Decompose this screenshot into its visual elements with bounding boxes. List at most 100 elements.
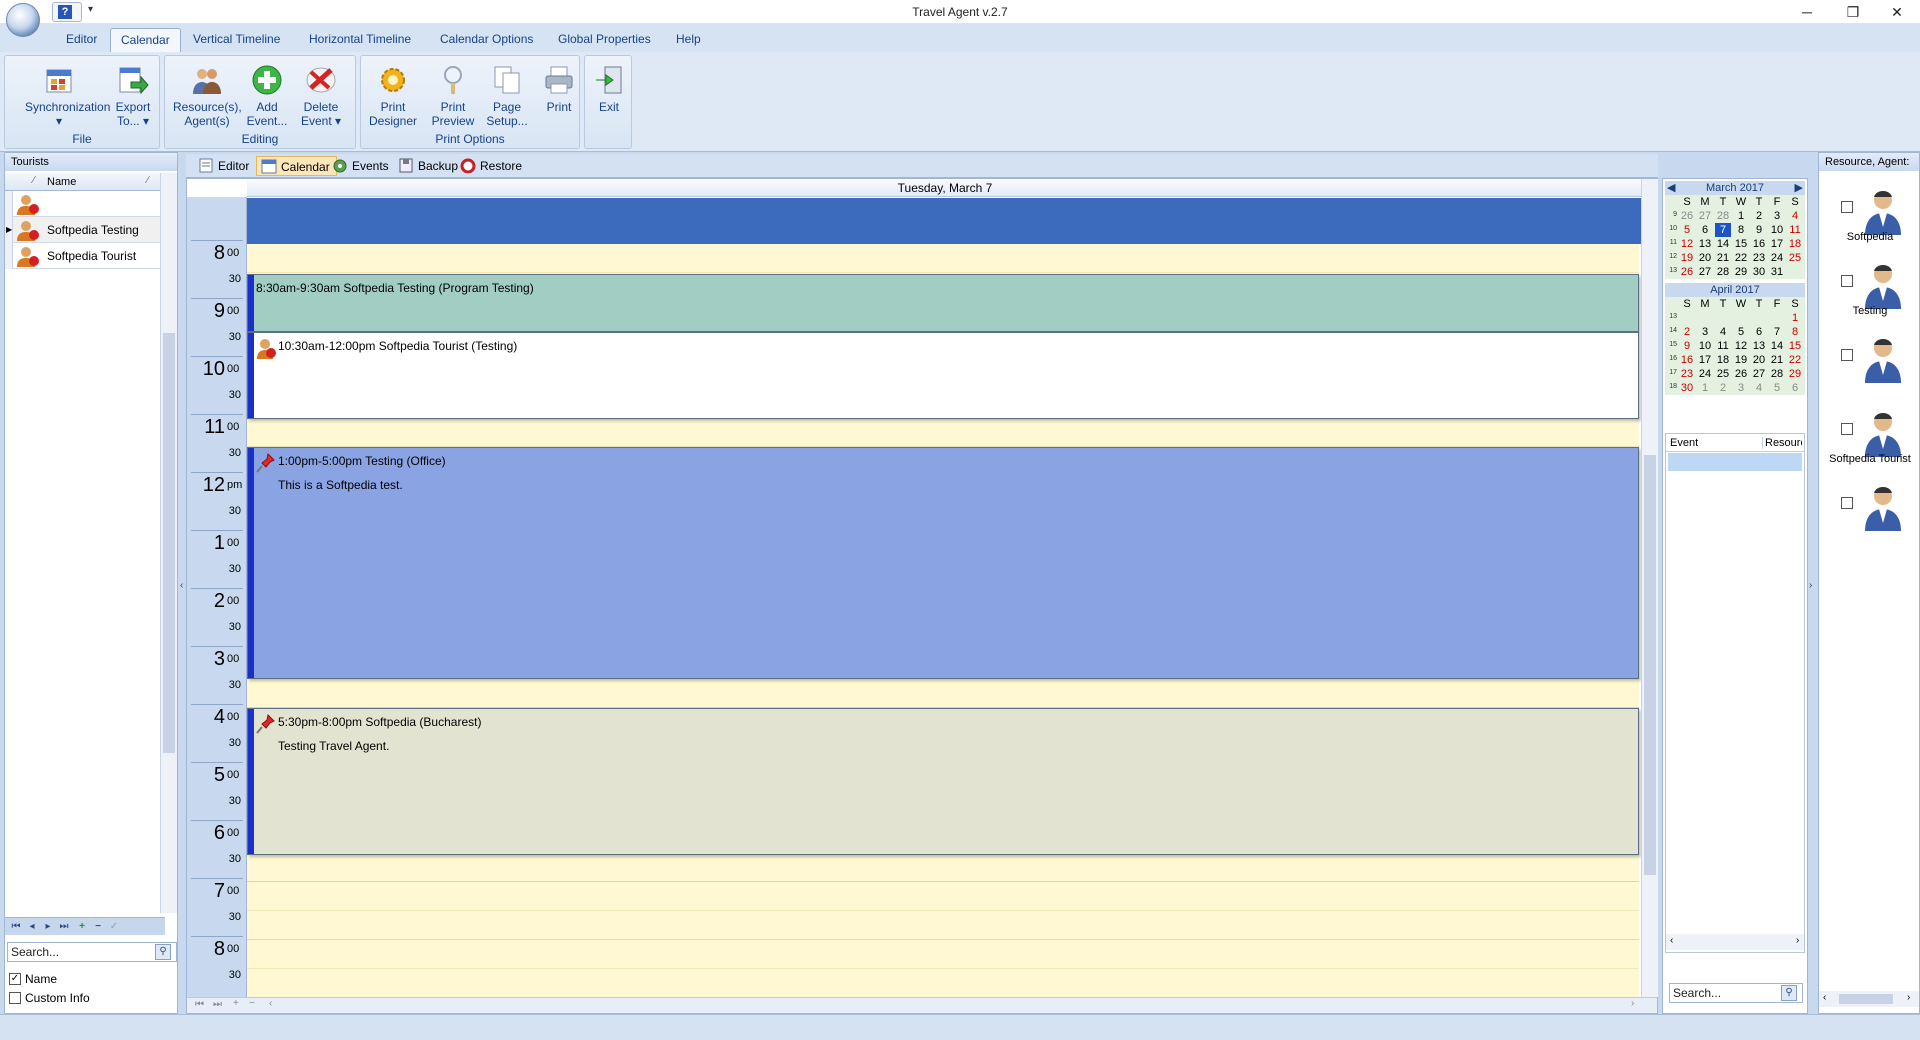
prev-record-button[interactable]: ◂	[25, 920, 39, 934]
event-testing-office[interactable]: 1:00pm-5:00pm Testing (Office) This is a…	[247, 447, 1639, 679]
next-record-button[interactable]: ▸	[41, 920, 55, 934]
calendar-day[interactable]: 19	[1679, 251, 1695, 265]
minimize-button[interactable]: ─	[1784, 0, 1830, 24]
calendar-day[interactable]	[1769, 311, 1785, 325]
calendar-day[interactable]	[1697, 311, 1713, 325]
calendar-day[interactable]: 4	[1787, 209, 1803, 223]
scroll-right-icon[interactable]: ›	[1907, 992, 1910, 1003]
calendar-day[interactable]: 21	[1715, 251, 1731, 265]
table-row[interactable]: Softpedia Tourist	[5, 243, 163, 269]
calendar-day[interactable]: 5	[1733, 325, 1749, 339]
sort-icon[interactable]: ⁄	[33, 175, 35, 186]
splitter-left-icon[interactable]: ‹	[180, 580, 183, 591]
calendar-day[interactable]: 15	[1733, 237, 1749, 251]
calendar-day[interactable]: 10	[1697, 339, 1713, 353]
calendar-day[interactable]: 18	[1715, 353, 1731, 367]
resource-item[interactable]: Testing	[1819, 245, 1920, 325]
row-selector[interactable]	[5, 191, 13, 217]
add-record-button[interactable]: +	[75, 920, 89, 934]
prev-month-icon[interactable]: ◀	[1667, 181, 1675, 195]
scrollbar-thumb[interactable]	[1644, 455, 1656, 875]
calendar-day[interactable]: 6	[1787, 381, 1803, 395]
app-menu-orb[interactable]	[6, 3, 40, 37]
page-setup-button[interactable]: Page Setup...	[479, 60, 535, 130]
nav-add-icon[interactable]: +	[233, 998, 239, 1009]
calendar-day[interactable]: 16	[1751, 237, 1767, 251]
close-button[interactable]: ✕	[1874, 0, 1920, 24]
tab-editor[interactable]: Editor	[56, 28, 107, 52]
tourists-search-input[interactable]: Search...	[7, 942, 177, 962]
resource-checkbox[interactable]	[1841, 275, 1853, 287]
nav-left-icon[interactable]: ‹	[269, 998, 272, 1009]
calendar-day[interactable]	[1787, 265, 1803, 279]
calendar-day[interactable]: 7	[1769, 325, 1785, 339]
name-checkbox[interactable]: ✓	[9, 973, 21, 985]
view-tab-backup[interactable]: Backup	[394, 156, 464, 176]
exit-button[interactable]: Exit	[581, 60, 637, 130]
calendar-day[interactable]: 6	[1697, 223, 1713, 237]
calendar-day[interactable]: 26	[1679, 209, 1695, 223]
resources-hscroll[interactable]: ‹ ›	[1819, 991, 1919, 1007]
calendar-day[interactable]: 28	[1715, 265, 1731, 279]
binoculars-icon[interactable]: ⚲	[1781, 985, 1797, 1001]
nav-last-icon[interactable]: ⏭	[213, 999, 222, 1010]
scrollbar-thumb[interactable]	[163, 333, 175, 753]
all-day-area[interactable]	[247, 198, 1643, 244]
calendar-day[interactable]: 11	[1787, 223, 1803, 237]
calendar-day[interactable]: 13	[1697, 237, 1713, 251]
calendar-day[interactable]: 29	[1733, 265, 1749, 279]
calendar-day[interactable]: 24	[1697, 367, 1713, 381]
calendar-day[interactable]	[1733, 311, 1749, 325]
calendar-day[interactable]: 25	[1715, 367, 1731, 381]
selected-day[interactable]: 7	[1715, 223, 1731, 237]
calendar-day[interactable]	[1751, 311, 1767, 325]
calendar-day[interactable]: 12	[1733, 339, 1749, 353]
calendar-day[interactable]: 13	[1751, 339, 1767, 353]
row-selector-current[interactable]: ▶	[5, 217, 13, 243]
column-event[interactable]: Event	[1670, 437, 1698, 449]
print-designer-button[interactable]: Print Designer	[365, 60, 421, 130]
row-selector[interactable]	[5, 243, 13, 269]
calendar-day[interactable]: 12	[1679, 237, 1695, 251]
calendar-day[interactable]: 21	[1769, 353, 1785, 367]
table-row[interactable]: ▶ Softpedia Testing	[5, 217, 163, 243]
calendar-day[interactable]: 20	[1697, 251, 1713, 265]
calendar-day[interactable]: 27	[1697, 209, 1713, 223]
calendar-day[interactable]: 18	[1787, 237, 1803, 251]
calendar-day[interactable]: 30	[1751, 265, 1767, 279]
binoculars-icon[interactable]: ⚲	[155, 944, 171, 960]
calendar-day[interactable]: 9	[1679, 339, 1695, 353]
calendar-day[interactable]: 19	[1733, 353, 1749, 367]
tab-calendar[interactable]: Calendar	[110, 28, 181, 52]
calendar-day[interactable]: 27	[1751, 367, 1767, 381]
calendar-day[interactable]: 22	[1733, 251, 1749, 265]
calendar-day[interactable]: 5	[1769, 381, 1785, 395]
resource-item[interactable]	[1819, 467, 1920, 547]
calendar-day[interactable]: 4	[1715, 325, 1731, 339]
tab-vertical-timeline[interactable]: Vertical Timeline	[183, 28, 290, 52]
resource-checkbox[interactable]	[1841, 201, 1853, 213]
maximize-button[interactable]: ❐	[1830, 0, 1876, 24]
resource-item[interactable]: Softpedia Tourist	[1819, 393, 1920, 473]
time-slot[interactable]	[247, 969, 1639, 998]
april-grid[interactable]: S M T W T F S 13 1 14 2 3 4 5 6 7 8 15 9 10 11 12 13 14 15 16 16 17…	[1665, 297, 1805, 395]
calendar-day[interactable]: 25	[1787, 251, 1803, 265]
calendar-day[interactable]: 27	[1697, 265, 1713, 279]
tab-horizontal-timeline[interactable]: Horizontal Timeline	[299, 28, 421, 52]
calendar-day[interactable]: 17	[1769, 237, 1785, 251]
calendar-day[interactable]: 2	[1679, 325, 1695, 339]
synchronization-button[interactable]: Synchronization ▾	[25, 60, 110, 130]
calendar-day[interactable]: 28	[1715, 209, 1731, 223]
march-grid[interactable]: S M T W T F S 9 26 27 28 1 2 3 4 10 5 6 7 8 9 10 11 11 12 13 14 15 1…	[1665, 195, 1805, 279]
calendar-day[interactable]: 10	[1769, 223, 1785, 237]
calendar-day[interactable]: 26	[1733, 367, 1749, 381]
calendar-day[interactable]: 17	[1697, 353, 1713, 367]
calendar-day[interactable]: 2	[1751, 209, 1767, 223]
calendar-day[interactable]: 23	[1679, 367, 1695, 381]
custom-info-checkbox[interactable]	[9, 992, 21, 1004]
view-tab-editor[interactable]: Editor	[194, 156, 255, 176]
delete-event-button[interactable]: Delete Event ▾	[293, 60, 349, 130]
tab-global-properties[interactable]: Global Properties	[548, 28, 661, 52]
filter-icon[interactable]: ⁄	[147, 175, 149, 186]
last-record-button[interactable]: ⏭	[57, 920, 71, 934]
